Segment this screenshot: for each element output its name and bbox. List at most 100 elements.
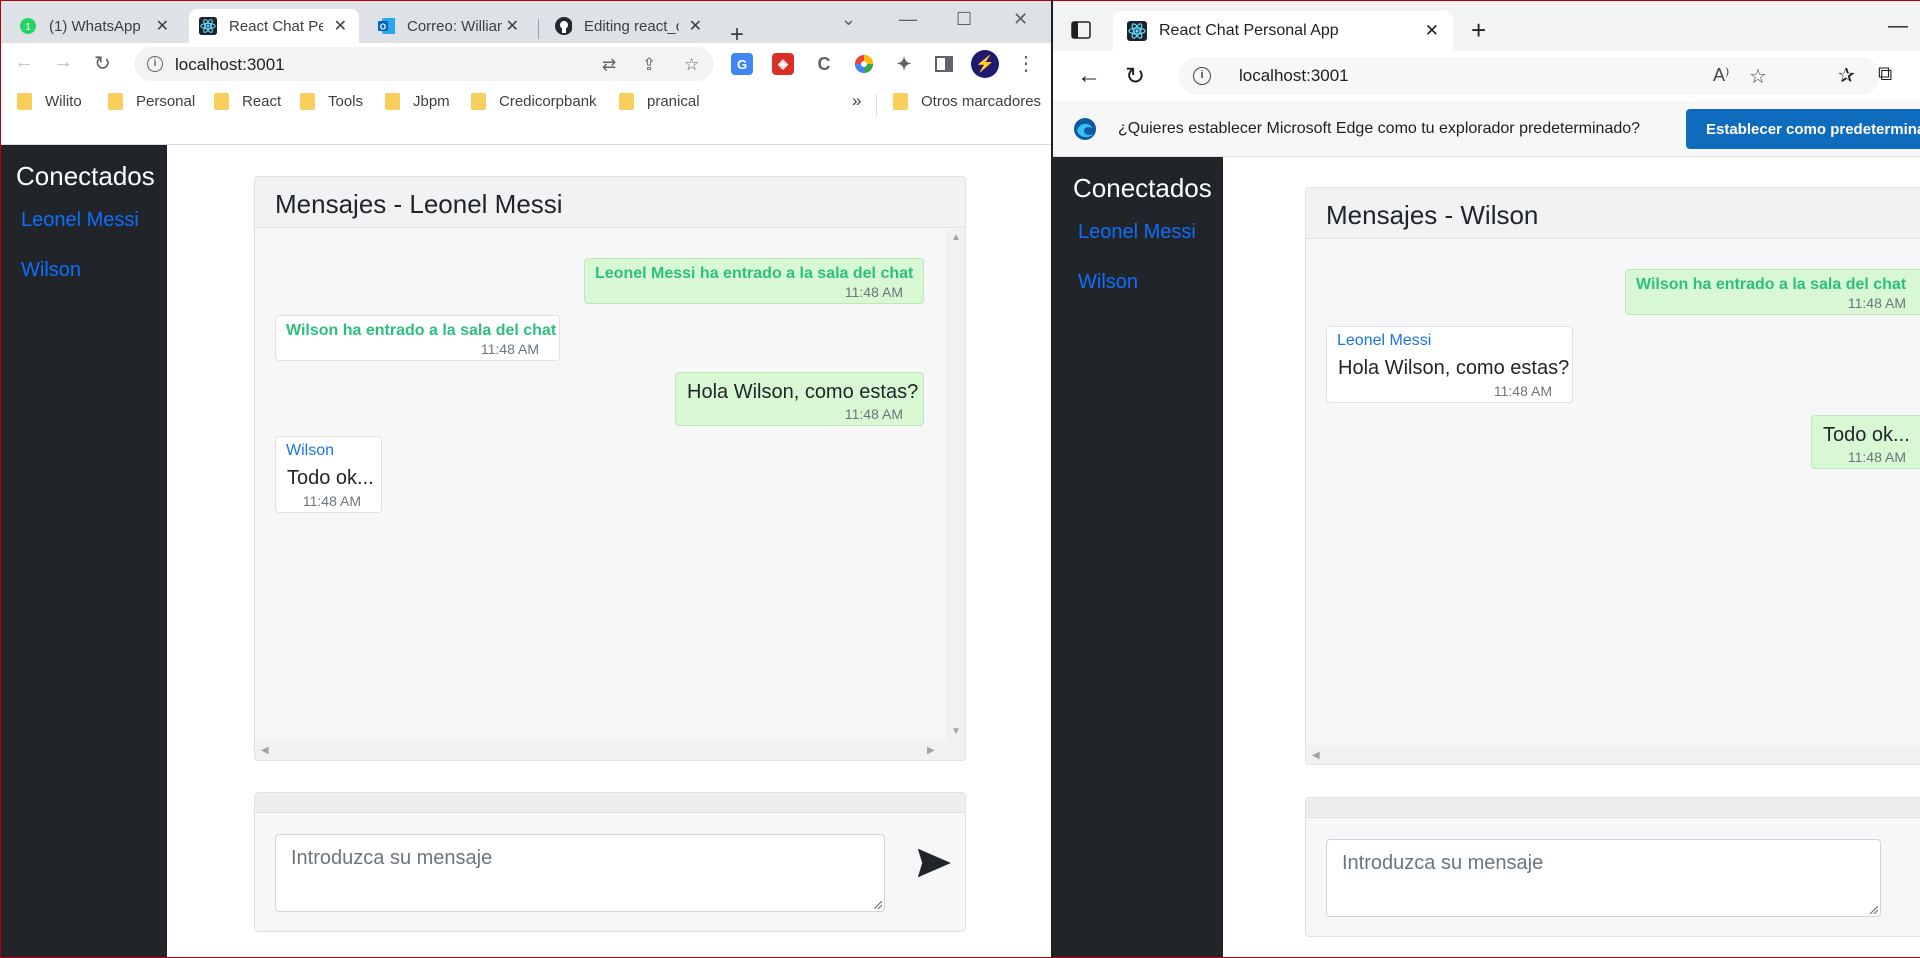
puzzle-extensions-icon[interactable]: ✦ — [893, 53, 915, 75]
tab-react-chat[interactable]: React Chat Personal App ✕ — [189, 9, 359, 43]
message-input[interactable]: Introduzca su mensaje — [1326, 839, 1881, 917]
tab-whatsapp[interactable]: 1 (1) WhatsApp ✕ — [9, 9, 181, 43]
message-sender: Wilson — [286, 442, 335, 459]
resize-grip-icon[interactable] — [1868, 904, 1878, 914]
messages-header: Mensajes - Wilson — [1306, 188, 1920, 239]
folder-icon — [214, 93, 229, 110]
share-icon[interactable]: ⇪ — [642, 55, 656, 75]
reload-icon[interactable]: ↻ — [1125, 62, 1145, 91]
collections-icon[interactable]: ⧉ — [1878, 63, 1892, 86]
chat-main: Mensajes - Wilson Wilson ha entrado a la… — [1223, 157, 1920, 957]
folder-icon — [619, 93, 634, 110]
bookmark-react[interactable]: React — [214, 93, 281, 110]
chrome-menu-icon[interactable]: ⋮ — [1016, 51, 1036, 76]
address-bar[interactable]: i localhost:3001 A⁾ ☆ — [1179, 57, 1879, 95]
edge-tab-react-chat[interactable]: React Chat Personal App ✕ — [1113, 11, 1453, 51]
bookmark-other[interactable]: Otros marcadores — [893, 93, 1041, 110]
bookmark-personal[interactable]: Personal — [108, 93, 195, 110]
svg-text:O: O — [380, 23, 386, 32]
folder-icon — [385, 93, 400, 110]
message-received: Wilson Todo ok... 11:48 AM — [275, 436, 382, 513]
site-info-icon[interactable]: i — [147, 56, 163, 72]
tab-actions-icon[interactable] — [1071, 21, 1091, 45]
horizontal-scrollbar[interactable]: ◀ ▶ — [255, 740, 965, 760]
tab-outlook[interactable]: O Correo: William ✕ — [367, 9, 531, 43]
back-icon[interactable]: ← — [1077, 62, 1101, 90]
chrome-toolbar: ← → ↻ i localhost:3001 ⇄ ⇪ ☆ G ◈ C ✦ ⚡ ⋮ — [1, 43, 1051, 83]
tab-title: React Chat Personal App — [1159, 22, 1339, 39]
message-input[interactable]: Introduzca su mensaje — [275, 834, 885, 912]
bookmarks-bar: Wilito Personal React Tools Jbpm Credico… — [1, 83, 1051, 145]
close-tab-icon[interactable]: ✕ — [1425, 21, 1439, 41]
bookmark-jbpm[interactable]: Jbpm — [385, 93, 450, 110]
message-sent: Hola Wilson, como estas? 11:48 AM — [675, 372, 924, 426]
outlook-icon: O — [377, 17, 395, 35]
message-system: Wilson ha entrado a la sala del chat 11:… — [275, 315, 560, 361]
side-panel-icon[interactable] — [933, 53, 955, 75]
compose-header — [1306, 798, 1920, 818]
bookmark-credicorpbank[interactable]: Credicorpbank — [471, 93, 597, 110]
c-extension-icon[interactable]: C — [813, 53, 835, 75]
bookmarks-separator — [876, 94, 877, 116]
svg-text:1: 1 — [25, 22, 31, 33]
vertical-scrollbar[interactable]: ▲ ▼ — [946, 229, 965, 740]
compose-card: Introduzca su mensaje — [254, 792, 966, 932]
more-bookmarks-icon[interactable]: » — [852, 91, 861, 111]
color-wheel-extension-icon[interactable] — [853, 53, 875, 75]
sidebar-user-wilson[interactable]: Wilson — [1078, 271, 1138, 294]
close-tab-icon[interactable]: ✕ — [156, 16, 169, 36]
whatsapp-icon: 1 — [19, 17, 37, 35]
messages-header: Mensajes - Leonel Messi — [255, 177, 965, 228]
reload-icon[interactable]: ↻ — [94, 51, 111, 76]
close-tab-icon[interactable]: ✕ — [334, 16, 347, 36]
compose-header — [255, 793, 965, 813]
bookmark-star-icon[interactable]: ☆ — [684, 55, 699, 75]
profile-avatar[interactable]: ⚡ — [971, 50, 999, 78]
bookmark-wilito[interactable]: Wilito — [17, 93, 82, 110]
bookmark-pranical[interactable]: pranical — [619, 93, 700, 110]
close-tab-icon[interactable]: ✕ — [689, 16, 702, 36]
send-icon[interactable] — [917, 848, 951, 878]
set-default-button[interactable]: Establecer como predeterminado — [1686, 109, 1920, 149]
default-browser-banner: ¿Quieres establecer Microsoft Edge como … — [1053, 101, 1920, 157]
message-sender: Leonel Messi — [1337, 332, 1432, 349]
minimize-icon[interactable]: — — [1888, 15, 1908, 38]
tab-github[interactable]: Editing react_c ✕ — [544, 9, 714, 43]
add-favorite-icon[interactable]: ☆ — [1749, 64, 1767, 89]
favorites-icon[interactable]: ✰ — [1838, 63, 1855, 88]
new-tab-icon[interactable]: + — [1471, 15, 1486, 46]
message-system: Leonel Messi ha entrado a la sala del ch… — [584, 258, 924, 304]
react-icon — [199, 17, 217, 35]
red-extension-icon[interactable]: ◈ — [772, 53, 794, 75]
desktop: 1 (1) WhatsApp ✕ React Chat Personal App… — [0, 0, 1920, 958]
tab-title: Correo: William — [407, 17, 502, 35]
close-tab-icon[interactable]: ✕ — [506, 16, 519, 36]
bookmark-tools[interactable]: Tools — [300, 93, 363, 110]
google-translate-extension-icon[interactable]: G — [731, 53, 753, 75]
sidebar-user-wilson[interactable]: Wilson — [21, 259, 81, 282]
messages-card: Mensajes - Wilson Wilson ha entrado a la… — [1305, 187, 1920, 765]
tab-title: (1) WhatsApp — [49, 17, 141, 35]
site-info-icon[interactable]: i — [1193, 67, 1211, 85]
message-received: Leonel Messi Hola Wilson, como estas? 11… — [1326, 326, 1573, 403]
address-bar[interactable]: i localhost:3001 ⇄ ⇪ ☆ — [134, 47, 714, 81]
sidebar-user-leonel-messi[interactable]: Leonel Messi — [21, 209, 139, 232]
tab-search-icon[interactable]: ⌄ — [841, 9, 856, 30]
users-sidebar: Conectados Leonel Messi Wilson — [1, 145, 167, 957]
edge-window: React Chat Personal App ✕ + — ← ↻ i loca… — [1053, 1, 1920, 957]
translate-icon[interactable]: ⇄ — [602, 55, 616, 75]
minimize-icon[interactable]: — — [899, 9, 917, 30]
sidebar-user-leonel-messi[interactable]: Leonel Messi — [1078, 221, 1196, 244]
folder-icon — [471, 93, 486, 110]
chrome-tab-strip: 1 (1) WhatsApp ✕ React Chat Personal App… — [1, 1, 1051, 47]
maximize-icon[interactable]: ☐ — [956, 9, 972, 30]
forward-icon[interactable]: → — [53, 51, 73, 74]
url-text: localhost:3001 — [1239, 66, 1349, 85]
read-aloud-icon[interactable]: A⁾ — [1713, 65, 1729, 86]
back-icon[interactable]: ← — [14, 51, 34, 74]
horizontal-scrollbar[interactable]: ◀ — [1306, 745, 1920, 764]
message-system: Wilson ha entrado a la sala del chat 11:… — [1625, 269, 1920, 315]
resize-grip-icon[interactable] — [872, 899, 882, 909]
close-window-icon[interactable]: ✕ — [1013, 9, 1028, 30]
message-sent: Todo ok... 11:48 AM — [1811, 415, 1920, 469]
